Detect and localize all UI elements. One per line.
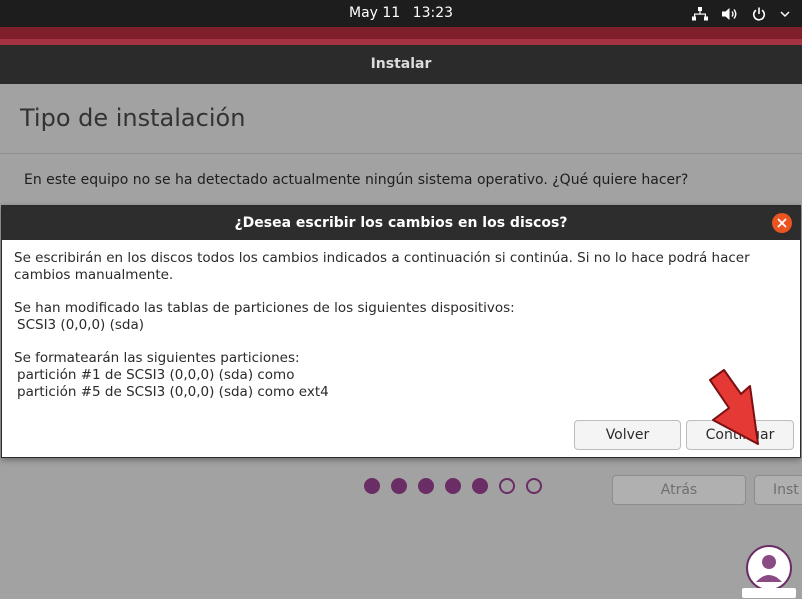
dialog-intro-text: Se escribirán en los discos todos los ca…: [14, 250, 750, 283]
confirm-write-changes-dialog: ¿Desea escribir los cambios en los disco…: [1, 205, 801, 458]
partition-item: partición #5 de SCSI3 (0,0,0) (sda) como…: [17, 384, 329, 400]
dialog-content: Se escribirán en los discos todos los ca…: [14, 250, 794, 401]
volume-icon: [722, 7, 737, 20]
network-icon: [692, 6, 708, 20]
progress-dot-completed: [418, 478, 434, 494]
progress-dot-completed: [364, 478, 380, 494]
power-icon: [752, 7, 766, 21]
chevron-down-icon: [780, 10, 790, 17]
format-heading: Se formatearán las siguientes particione…: [14, 350, 300, 366]
desktop-background-strip: [0, 27, 802, 45]
watermark-logo: [742, 545, 796, 598]
progress-dot-completed: [391, 478, 407, 494]
partition-item: partición #1 de SCSI3 (0,0,0) (sda) como: [17, 367, 295, 383]
clock-date: May 11: [348, 5, 401, 21]
progress-dots: [0, 478, 802, 496]
annotation-arrow-icon: [709, 369, 759, 445]
window-title: Instalar: [0, 45, 802, 84]
dialog-title: ¿Desea escribir los cambios en los disco…: [2, 206, 800, 240]
close-icon: [777, 218, 787, 228]
page-title: Tipo de instalación: [20, 104, 246, 132]
dialog-close-button[interactable]: [772, 213, 792, 233]
system-top-bar: May 11 13:23: [0, 0, 802, 27]
device-item: SCSI3 (0,0,0) (sda): [17, 317, 145, 333]
clock-time: 13:23: [412, 5, 454, 21]
progress-dot-completed: [445, 478, 461, 494]
progress-dot-pending: [526, 478, 542, 494]
clock[interactable]: May 11 13:23: [0, 0, 802, 27]
progress-dot-pending: [499, 478, 515, 494]
tables-heading: Se han modificado las tablas de particio…: [14, 300, 515, 316]
go-back-button[interactable]: Volver: [574, 420, 681, 450]
title-divider: [0, 153, 802, 154]
system-tray[interactable]: [692, 0, 790, 27]
installation-question: En este equipo no se ha detectado actual…: [24, 172, 689, 188]
progress-dot-completed: [472, 478, 488, 494]
